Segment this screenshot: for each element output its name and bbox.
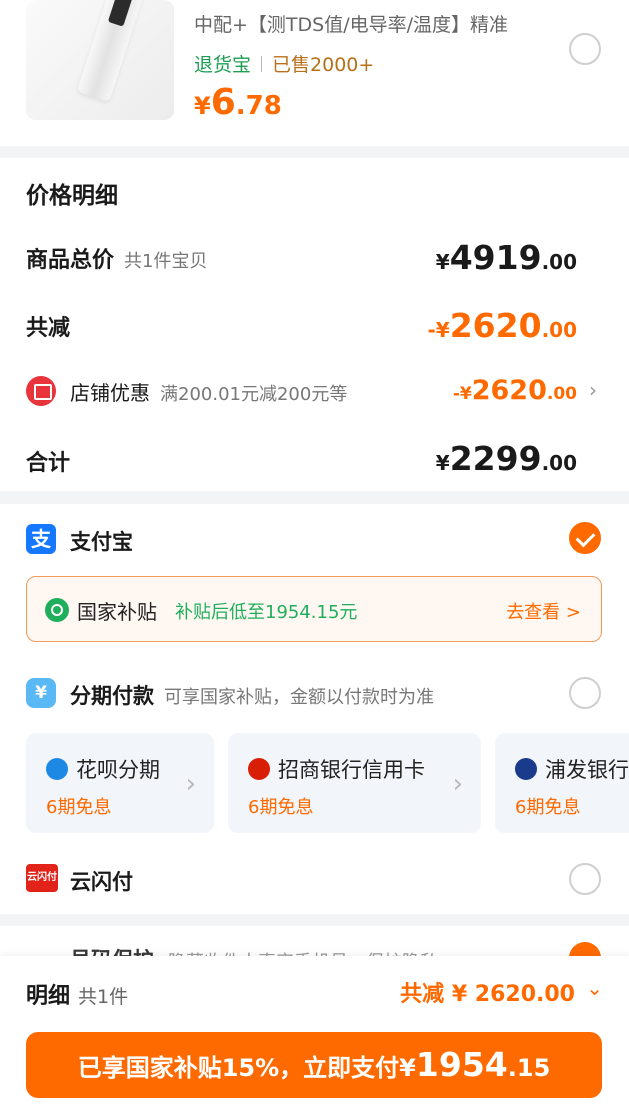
goods-total-label: 商品总价 共1件宝贝 bbox=[26, 242, 207, 274]
chevron-right-icon: › bbox=[452, 769, 463, 799]
pay-button-text: 已享国家补贴15%，立即支付¥ bbox=[77, 1054, 416, 1082]
shop-icon bbox=[26, 376, 56, 406]
checkout-bar: 明细 共1件 共减 ¥ 2620.00 ⌄ 已享国家补贴15%，立即支付¥1954… bbox=[0, 956, 629, 1108]
currency: ¥ bbox=[435, 451, 450, 475]
plan-term: 6期免息 bbox=[515, 797, 581, 818]
detail-summary-label[interactable]: 明细 共1件 bbox=[26, 978, 128, 1010]
huabei-icon bbox=[46, 758, 68, 780]
return-tag: 退货宝 bbox=[194, 54, 252, 76]
pay-amount-integer: 1954 bbox=[415, 1045, 508, 1084]
spdb-bank-icon bbox=[515, 758, 537, 780]
cmb-bank-icon bbox=[248, 758, 270, 780]
tag-divider bbox=[261, 56, 263, 72]
amount-integer: 2620 bbox=[449, 306, 542, 345]
shop-discount-amount[interactable]: -¥2620.00 bbox=[453, 375, 577, 406]
reduction-label: 共减 bbox=[26, 316, 71, 341]
shop-discount-text: 店铺优惠 bbox=[70, 381, 150, 405]
detail-text: 明细 bbox=[26, 984, 71, 1009]
unionpay-quickpass-icon: 云闪付 bbox=[26, 864, 58, 892]
product-card: 中配+【测TDS值/电导率/温度】精准 退货宝 已售2000+ ¥6.78 bbox=[0, 0, 629, 146]
price-currency: ¥ bbox=[194, 92, 211, 120]
unionpay-option[interactable]: 云闪付 bbox=[70, 866, 133, 896]
pay-now-button[interactable]: 已享国家补贴15%，立即支付¥1954.15 bbox=[26, 1032, 602, 1098]
item-count: 共1件 bbox=[78, 986, 129, 1008]
installment-note: 可享国家补贴，金额以付款时为准 bbox=[164, 687, 434, 708]
amount-integer: 2299 bbox=[449, 439, 542, 478]
goods-total-text: 商品总价 bbox=[26, 248, 115, 273]
amount-decimal: .00 bbox=[541, 318, 577, 342]
currency: ¥ bbox=[435, 250, 450, 274]
goods-count: 共1件宝贝 bbox=[124, 251, 208, 272]
currency: -¥ bbox=[452, 384, 472, 404]
plan-name: 浦发银行 bbox=[545, 758, 629, 782]
plan-name: 招商银行信用卡 bbox=[278, 758, 425, 782]
product-price: ¥6.78 bbox=[194, 82, 282, 123]
chevron-right-icon[interactable]: › bbox=[589, 378, 597, 402]
subsidy-text: 补贴后低至1954.15元 bbox=[175, 602, 358, 623]
amount-integer: 4919 bbox=[449, 238, 542, 277]
plan-term: 6期免息 bbox=[46, 797, 112, 818]
chevron-right-icon: › bbox=[185, 769, 196, 799]
plan-name: 花呗分期 bbox=[76, 758, 160, 782]
pay-amount-decimal: .15 bbox=[507, 1054, 551, 1082]
installment-plan-cmb[interactable]: 招商银行信用卡 6期免息 › bbox=[228, 733, 481, 833]
product-image bbox=[76, 0, 150, 103]
subsidy-view-link[interactable]: 去查看 > bbox=[506, 598, 581, 624]
price-detail-title: 价格明细 bbox=[26, 183, 118, 209]
currency: -¥ bbox=[427, 318, 450, 342]
plan-term: 6期免息 bbox=[248, 797, 314, 818]
shop-discount-label[interactable]: 店铺优惠 满200.01元减200元等 bbox=[70, 377, 347, 406]
amount-decimal: .00 bbox=[546, 384, 577, 404]
sum-amount: ¥2299.00 bbox=[436, 439, 577, 478]
shop-discount-rule: 满200.01元减200元等 bbox=[160, 384, 348, 405]
alipay-option[interactable]: 支付宝 bbox=[70, 526, 133, 556]
amount-decimal: .00 bbox=[541, 250, 577, 274]
installment-radio[interactable] bbox=[569, 677, 601, 709]
alipay-radio-checked[interactable] bbox=[569, 522, 601, 554]
amount-integer: 2620 bbox=[471, 375, 547, 406]
installment-plan-huabei[interactable]: 花呗分期 6期免息 › bbox=[26, 733, 214, 833]
subsidy-title: 国家补贴 bbox=[77, 600, 157, 624]
national-subsidy-banner[interactable]: 国家补贴 补贴后低至1954.15元 去查看 > bbox=[26, 576, 602, 642]
installment-icon bbox=[26, 678, 56, 708]
sold-count: 已售2000+ bbox=[272, 54, 375, 76]
installment-plan-spdb[interactable]: 浦发银行 6期免息 bbox=[495, 733, 629, 833]
installment-text: 分期付款 bbox=[70, 684, 154, 708]
amount-decimal: .00 bbox=[541, 451, 577, 475]
unionpay-radio[interactable] bbox=[569, 863, 601, 895]
alipay-icon: 支 bbox=[26, 524, 56, 554]
goods-total-amount: ¥4919.00 bbox=[436, 238, 577, 277]
product-description: 中配+【测TDS值/电导率/温度】精准 bbox=[194, 14, 509, 36]
payment-method-card: 支 支付宝 国家补贴 补贴后低至1954.15元 去查看 > 分期付款可享国家补… bbox=[0, 504, 629, 914]
product-tags: 退货宝 已售2000+ bbox=[194, 50, 374, 77]
chevron-down-icon[interactable]: ⌄ bbox=[586, 976, 603, 1000]
subsidy-icon bbox=[45, 598, 69, 622]
price-integer: 6 bbox=[210, 82, 236, 123]
product-select-radio[interactable] bbox=[569, 33, 601, 65]
product-thumbnail[interactable] bbox=[26, 0, 174, 120]
price-detail-card: 价格明细 商品总价 共1件宝贝 ¥4919.00 共减 -¥2620.00 店铺优… bbox=[0, 158, 629, 491]
sum-label: 合计 bbox=[26, 451, 71, 476]
installment-option[interactable]: 分期付款 可享国家补贴，金额以付款时为准 bbox=[70, 680, 434, 710]
price-decimal: .78 bbox=[235, 91, 282, 121]
reduction-amount: -¥2620.00 bbox=[427, 306, 577, 345]
total-reduction[interactable]: 共减 ¥ 2620.00 bbox=[400, 976, 575, 1008]
